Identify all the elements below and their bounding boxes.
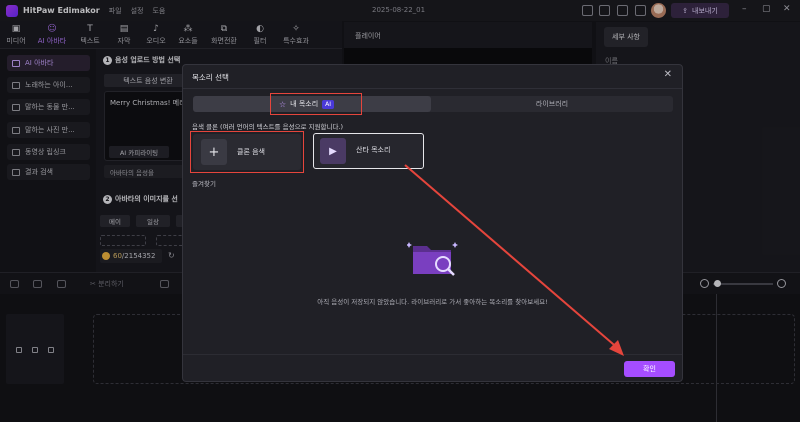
divider: [183, 88, 682, 89]
dialog-title: 목소리 선택: [192, 73, 229, 82]
favorites-heading: 즐겨찾기: [192, 180, 216, 188]
annotation-highlight: [270, 93, 362, 115]
voice-source-tabs: ☆ 내 목소리 AI 라이브러리: [193, 96, 673, 112]
divider: [183, 354, 682, 355]
annotation-highlight: [190, 131, 304, 173]
app-window: HitPaw Edimakor 파일 설정 도움 2025-08-22_01 ⇪…: [0, 0, 800, 422]
voice-card-santa[interactable]: ▶ 산타 목소리: [313, 133, 424, 169]
voice-clone-description: 음색 클론 (여러 언어의 텍스트를 음성으로 지원합니다.): [192, 123, 344, 131]
empty-state-message: 아직 음성이 저장되지 않았습니다. 라이브러리로 가서 좋아하는 목소리를 찾…: [317, 298, 548, 306]
voice-wave-icon: ▶: [320, 138, 346, 164]
voice-select-dialog: 목소리 선택 ✕ ☆ 내 목소리 AI 라이브러리 음색 클론 (여러 언어의 …: [182, 64, 683, 382]
tab-library[interactable]: 라이브러리: [431, 96, 673, 112]
confirm-button[interactable]: 확인: [624, 361, 675, 377]
voice-label: 산타 목소리: [356, 146, 391, 154]
empty-folder-icon: [407, 242, 458, 276]
close-icon[interactable]: ✕: [664, 69, 672, 80]
